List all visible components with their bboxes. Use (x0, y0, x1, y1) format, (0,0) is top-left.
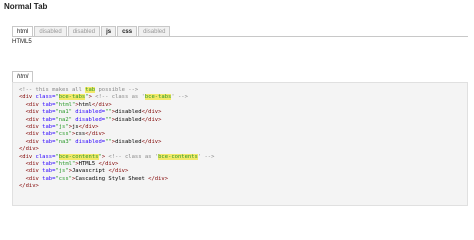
code-line: <div tab="na2" disabled="">disabled</div… (19, 117, 467, 124)
tab-content: HTML5 (12, 39, 32, 45)
code-token: disabled (115, 109, 142, 116)
code-token: tab= (38, 138, 56, 145)
code-line: </div> (19, 146, 467, 153)
code-token: <div (25, 168, 39, 175)
tab-divider (12, 36, 468, 37)
code-token: tab= (38, 160, 56, 167)
code-token: disabled= (72, 138, 106, 145)
code-token: <div (19, 94, 33, 101)
code-token: </div> (78, 123, 99, 130)
code-token: disabled= (72, 116, 106, 123)
code-token: "na3" (55, 138, 72, 145)
code-token: tab= (38, 109, 56, 116)
code-token: </div> (141, 109, 162, 116)
code-token: <!-- class as ' (91, 94, 145, 101)
code-token: </div> (98, 160, 119, 167)
code-token: class= (32, 94, 56, 101)
code-token: "css" (55, 175, 72, 182)
code-token: disabled (115, 138, 142, 145)
code-token: Cascading Style Sheet (75, 175, 149, 182)
code-token: "html" (55, 160, 76, 167)
code-token: bce-tabs (58, 94, 86, 101)
code-token: disabled (115, 116, 142, 123)
code-token: tab= (38, 168, 56, 175)
code-token: <div (25, 123, 39, 130)
code-token: "js" (55, 168, 69, 175)
code-token: ' --> (197, 153, 215, 160)
code-token: "js" (55, 123, 69, 130)
code-token: "" (105, 109, 112, 116)
code-token: <!-- this makes all (19, 87, 86, 93)
code-token: </div> (91, 101, 112, 108)
code-token: css (75, 131, 86, 138)
code-token: tab (85, 87, 96, 93)
code-token: </div> (108, 168, 129, 175)
code-token: <div (25, 101, 39, 108)
code-token: "na2" (55, 116, 72, 123)
code-line: <div class="bce-contents"> <!-- class as… (19, 153, 467, 161)
code-line: </div> (19, 183, 467, 190)
code-token: <!-- class as ' (105, 153, 159, 160)
code-token: </div> (141, 138, 162, 145)
code-token: </div> (85, 131, 106, 138)
code-token: HTML5 (78, 160, 99, 167)
code-line: <!-- this makes all tab possible --> (19, 87, 467, 94)
code-line: <div tab="js">Javascript </div> (19, 168, 467, 175)
code-token: tab= (38, 131, 56, 138)
code-line: <div tab="html">HTML5 </div> (19, 161, 467, 168)
code-token: <div (25, 175, 39, 182)
code-tab-html[interactable]: html (12, 71, 34, 82)
code-token: html (78, 101, 92, 108)
code-token: </div> (141, 116, 162, 123)
code-token: "html" (55, 101, 76, 108)
code-token: js (72, 123, 79, 130)
code-token: </div> (148, 175, 169, 182)
code-token: </div> (19, 183, 39, 190)
code-token: bce-tabs (144, 94, 172, 101)
code-line: <div tab="na3" disabled="">disabled</div… (19, 139, 467, 146)
page-title: Normal Tab (4, 2, 48, 11)
code-token: <div (25, 109, 39, 116)
code-token: "css" (55, 131, 72, 138)
code-token: "na1" (55, 109, 72, 116)
code-token: "" (105, 116, 112, 123)
code-token: bce-contents (58, 153, 99, 160)
code-token: bce-contents (158, 153, 198, 160)
code-line: <div class="bce-tabs"> <!-- class as 'bc… (19, 94, 467, 101)
code-token: class= (32, 153, 56, 160)
code-token: "" (105, 138, 112, 145)
code-token: tab= (38, 123, 56, 130)
code-token: tab= (38, 116, 56, 123)
code-token: <div (25, 116, 39, 123)
code-token: <div (25, 138, 39, 145)
code-line: <div tab="css">Cascading Style Sheet </d… (19, 176, 467, 183)
code-token: tab= (38, 175, 56, 182)
code-token: <div (25, 160, 39, 167)
code-line: <div tab="html">html</div> (19, 102, 467, 109)
code-token: </div> (19, 146, 39, 153)
code-line: <div tab="css">css</div> (19, 131, 467, 138)
code-token: Javascript (72, 168, 109, 175)
code-token: ' --> (171, 94, 188, 101)
code-token: tab= (38, 101, 56, 108)
code-token: possible --> (95, 87, 139, 93)
code-token: <div (25, 131, 39, 138)
code-token: disabled= (72, 109, 106, 116)
code-token: <div (19, 153, 33, 160)
code-block: <!-- this makes all tab possible --> <div… (12, 82, 468, 206)
code-line: <div tab="na1" disabled="">disabled</div… (19, 109, 467, 116)
code-line: <div tab="js">js</div> (19, 124, 467, 131)
